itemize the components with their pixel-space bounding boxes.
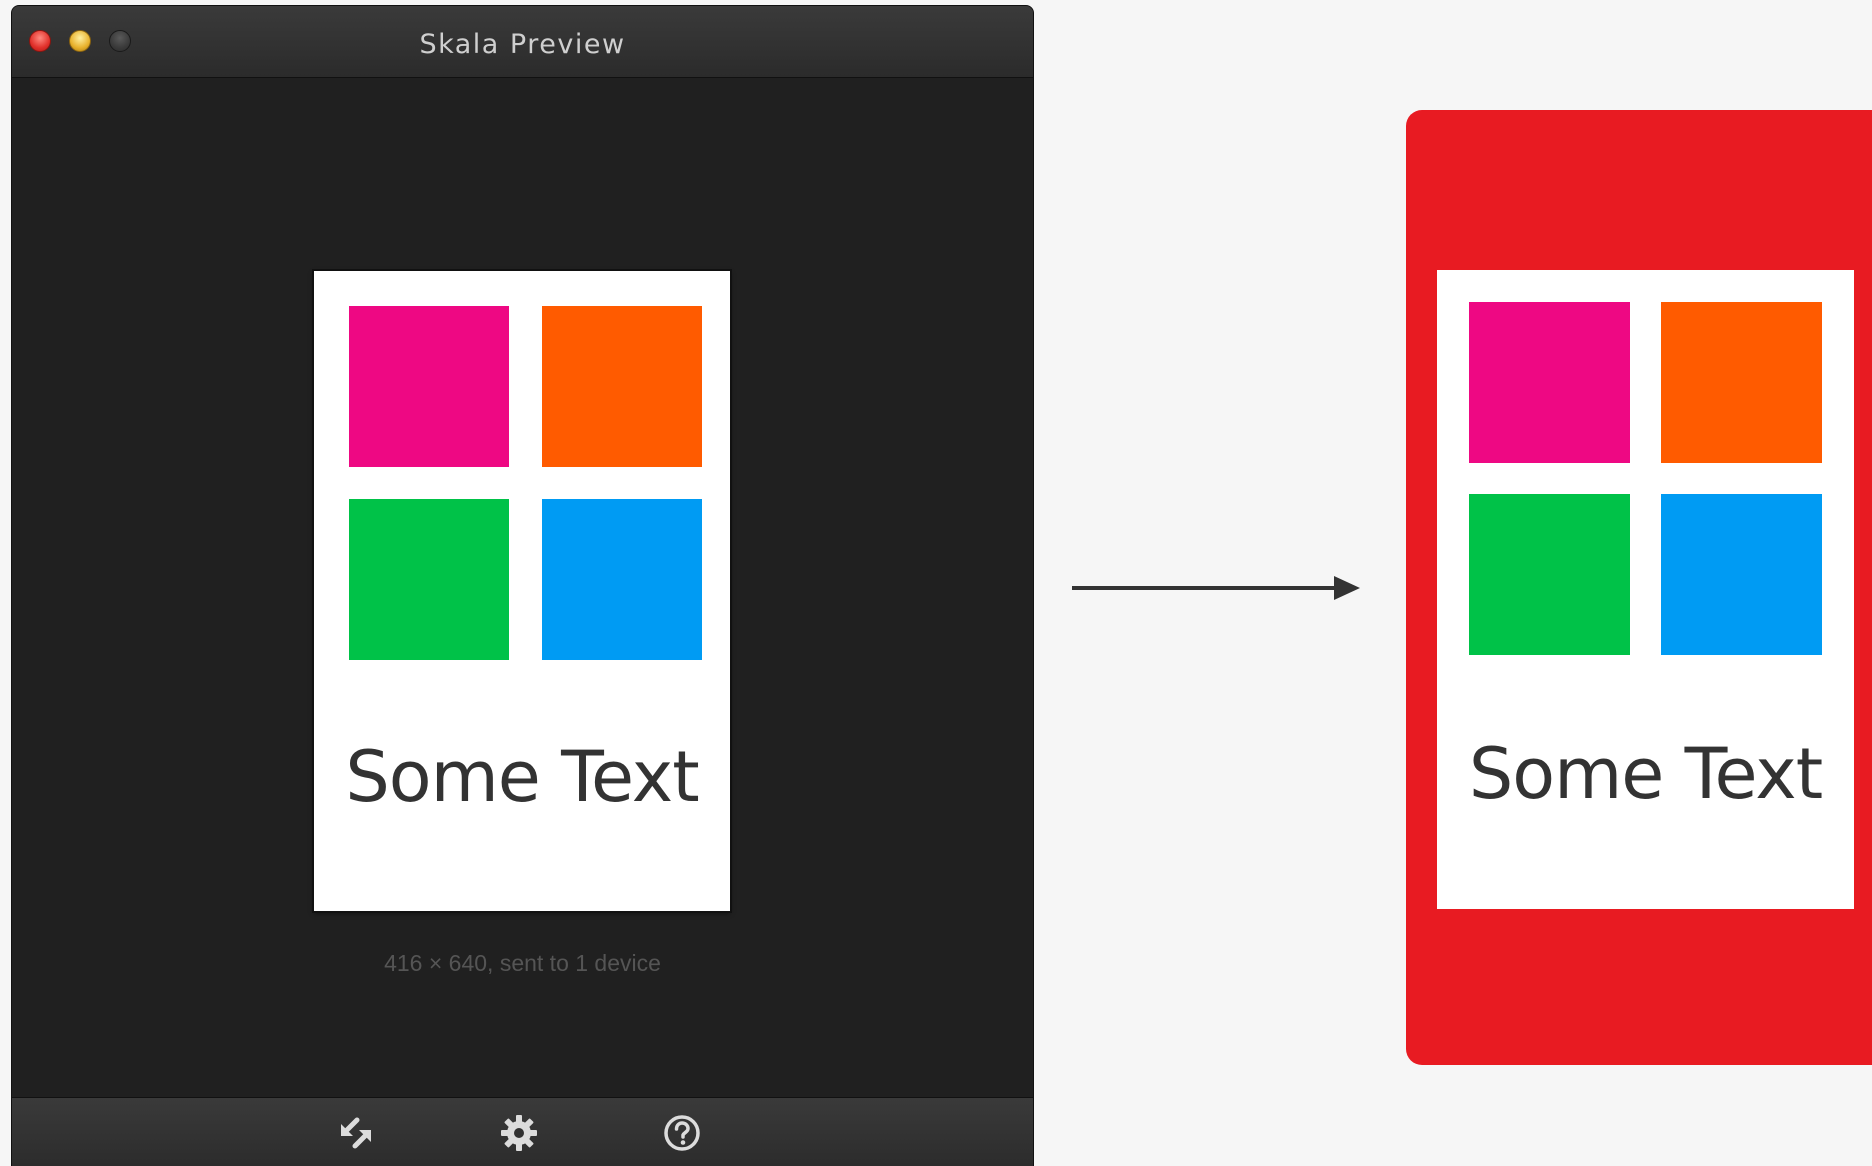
help-button[interactable] xyxy=(663,1114,701,1152)
preview-area: Some Text 416 × 640, sent to 1 device xyxy=(12,78,1033,1098)
card-text: Some Text xyxy=(345,736,699,818)
device-pink-square xyxy=(1469,302,1630,463)
preview-window: Skala Preview Some Text 416 × 640, sent … xyxy=(12,6,1033,1166)
pink-square xyxy=(349,306,509,467)
device: Some Text xyxy=(1406,110,1872,1065)
sync-arrows-icon xyxy=(341,1117,371,1149)
window-title: Skala Preview xyxy=(419,29,626,60)
size-caption: 416 × 640, sent to 1 device xyxy=(384,950,661,976)
device-orange-square xyxy=(1661,302,1822,463)
settings-button[interactable] xyxy=(500,1114,538,1152)
gear-icon xyxy=(501,1115,537,1151)
device-green-square xyxy=(1469,494,1630,655)
green-square xyxy=(349,499,509,660)
title-bar[interactable]: Skala Preview xyxy=(12,6,1033,78)
blue-square xyxy=(542,499,702,660)
device-screen: Some Text xyxy=(1437,270,1854,909)
device-blue-square xyxy=(1661,494,1822,655)
bottom-toolbar xyxy=(12,1097,1033,1166)
orange-square xyxy=(542,306,702,467)
sync-button[interactable] xyxy=(337,1114,375,1152)
preview-card: Some Text xyxy=(314,271,730,911)
transfer-arrow xyxy=(1070,573,1362,603)
help-icon xyxy=(664,1115,700,1151)
device-card-text: Some Text xyxy=(1468,733,1823,815)
